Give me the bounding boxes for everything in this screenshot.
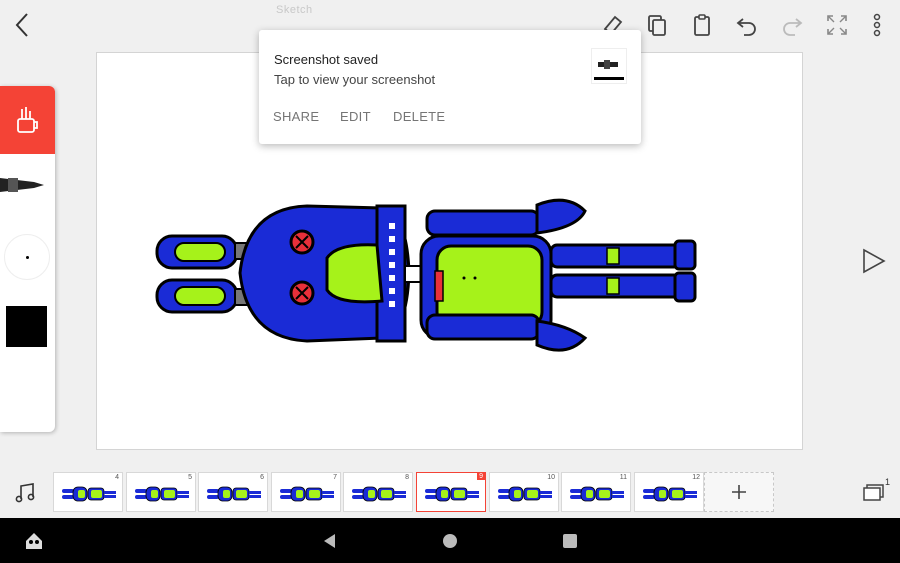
screenshot-toast[interactable]: Screenshot saved Tap to view your screen… [259, 30, 641, 144]
toast-subtitle[interactable]: Tap to view your screenshot [274, 72, 435, 87]
frame-number: 8 [405, 474, 409, 481]
pen-tool[interactable] [0, 172, 55, 198]
toast-title: Screenshot saved [274, 52, 379, 67]
frame-number: 12 [692, 474, 700, 481]
system-nav-bar [0, 518, 900, 563]
frame-number: 4 [115, 474, 119, 481]
animation-frame[interactable]: 10 [489, 472, 559, 512]
brush-size-dot [25, 255, 29, 259]
brush-cup-tool[interactable] [0, 86, 55, 154]
nav-home-icon[interactable] [440, 531, 460, 551]
plus-icon [732, 485, 746, 499]
frame-number: 7 [333, 474, 337, 481]
color-swatch[interactable] [6, 306, 47, 347]
add-frame-button[interactable] [704, 472, 774, 512]
animation-frame[interactable]: 4 [53, 472, 123, 512]
frame-strip: 4 5 6 7 8 9 10 11 12 1 [0, 464, 900, 518]
frame-thumbnail [207, 486, 261, 502]
edit-button[interactable]: EDIT [340, 109, 371, 124]
animation-frame[interactable]: 7 [271, 472, 341, 512]
brush-size-indicator[interactable] [4, 234, 50, 280]
animation-frame[interactable]: 12 [634, 472, 704, 512]
frame-thumbnail [62, 486, 116, 502]
animation-frame[interactable]: 6 [198, 472, 268, 512]
animation-frame[interactable]: 5 [126, 472, 196, 512]
animation-frame[interactable]: 8 [343, 472, 413, 512]
layer-count: 1 [884, 477, 890, 487]
status-title: Sketch [276, 4, 313, 16]
layers-button[interactable]: 1 [862, 477, 890, 506]
pen-icon [0, 178, 44, 192]
more-icon[interactable] [864, 12, 890, 38]
animation-frame[interactable]: 9 [416, 472, 486, 512]
fullscreen-icon[interactable] [824, 12, 850, 38]
frame-number: 6 [260, 474, 264, 481]
nav-back-icon[interactable] [320, 531, 340, 551]
play-icon[interactable] [860, 247, 888, 275]
frame-thumbnail [352, 486, 406, 502]
animation-frame[interactable]: 11 [561, 472, 631, 512]
share-button[interactable]: SHARE [273, 109, 319, 124]
frame-thumbnail [135, 486, 189, 502]
frame-number: 11 [619, 474, 627, 481]
frame-number: 10 [547, 474, 555, 481]
paste-icon[interactable] [689, 12, 715, 38]
undo-icon[interactable] [734, 12, 760, 38]
back-icon[interactable] [10, 12, 36, 38]
frame-thumbnail [280, 486, 334, 502]
nav-recents-icon[interactable] [560, 531, 580, 551]
frame-number: 5 [188, 474, 192, 481]
layers-icon [863, 484, 884, 501]
screenshot-thumbnail[interactable] [591, 48, 627, 84]
frame-number: 9 [477, 473, 485, 480]
delete-button[interactable]: DELETE [393, 109, 445, 124]
music-icon[interactable] [14, 482, 36, 504]
redo-icon[interactable] [779, 12, 805, 38]
pen-cup-icon [16, 107, 38, 133]
home-app-icon[interactable] [24, 531, 44, 551]
copy-icon[interactable] [644, 12, 670, 38]
tool-panel [0, 86, 55, 432]
